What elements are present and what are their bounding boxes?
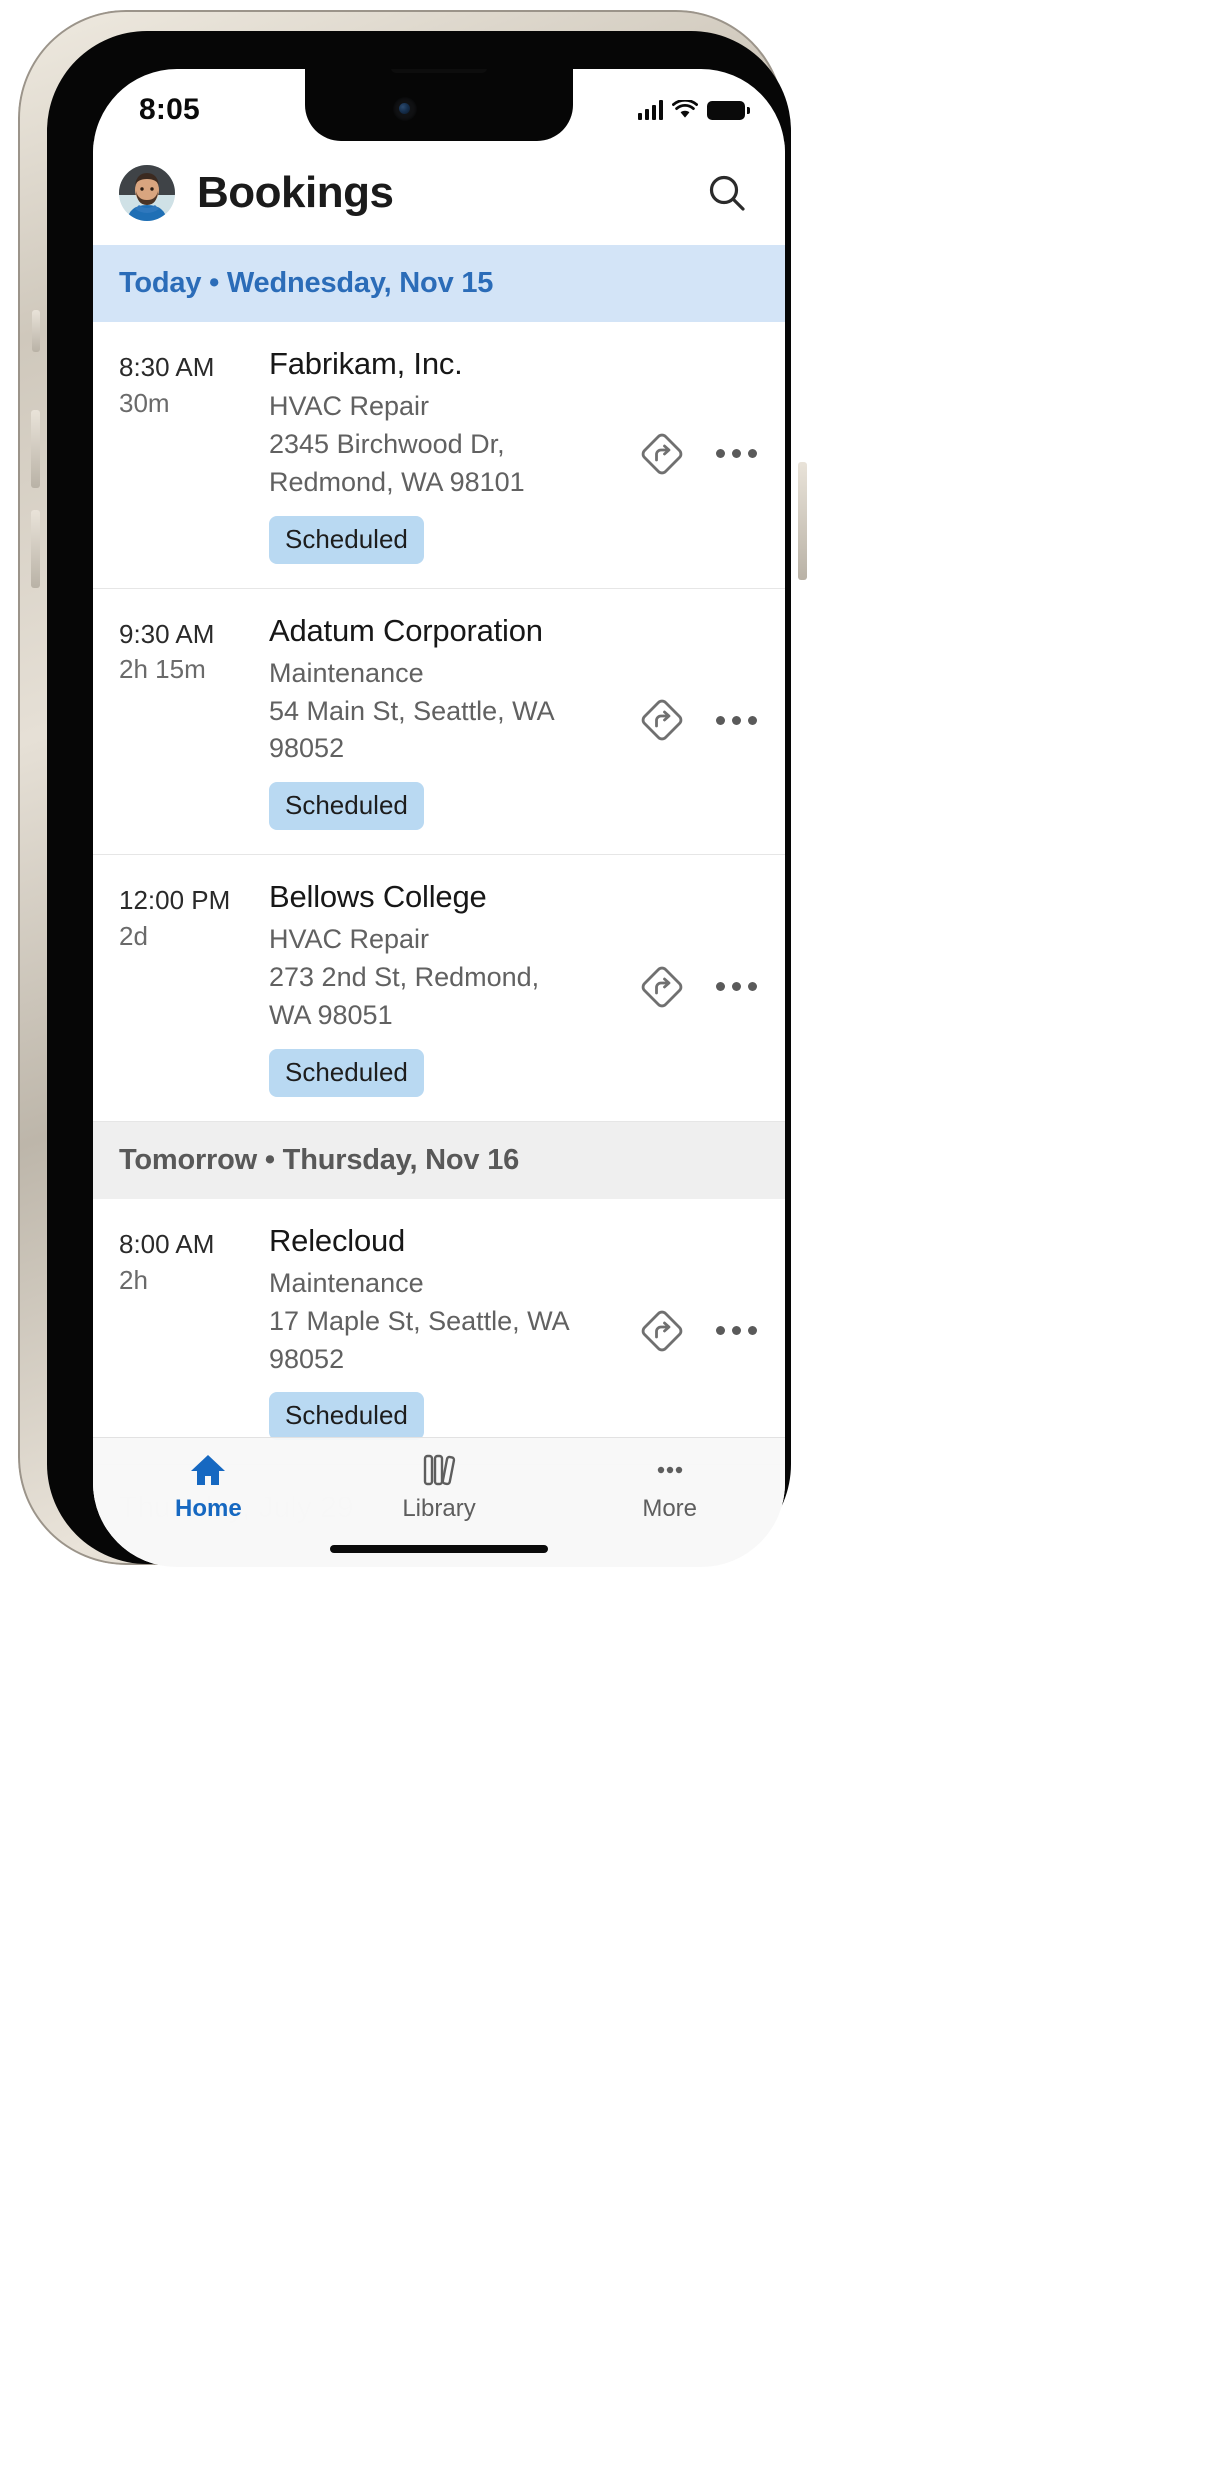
- booking-duration: 2h 15m: [119, 654, 206, 685]
- directions-icon: [641, 1310, 683, 1351]
- booking-customer: Fabrikam, Inc.: [269, 346, 463, 381]
- earpiece-speaker: [391, 69, 487, 73]
- booking-address-line1: 17 Maple St, Seattle, WA: [269, 1305, 570, 1336]
- tab-home-label: Home: [174, 1495, 242, 1522]
- directions-button[interactable]: [636, 1305, 688, 1357]
- booking-actions: [585, 961, 763, 1013]
- more-options-button[interactable]: [710, 706, 763, 735]
- directions-button[interactable]: [636, 961, 688, 1013]
- phone-bezel: 8:05 Bookings Today • Wednesday, Nov 15 …: [47, 31, 791, 1567]
- more-options-button[interactable]: [710, 1316, 763, 1345]
- booking-duration: 2d: [119, 921, 148, 952]
- booking-start-time: 8:30 AM: [119, 352, 215, 382]
- booking-start-time: 8:00 AM: [119, 1228, 215, 1259]
- booking-service: Maintenance: [269, 657, 424, 688]
- booking-start-time: 9:30 AM: [119, 618, 215, 649]
- tab-library-label: Library: [402, 1495, 476, 1522]
- tab-more[interactable]: More: [554, 1452, 785, 1523]
- wifi-icon: [672, 100, 698, 118]
- volume-down-button[interactable]: [31, 510, 40, 588]
- booking-customer: Bellows College: [269, 879, 487, 915]
- screenshot-canvas: 8:05 Bookings Today • Wednesday, Nov 15 …: [0, 0, 1222, 2475]
- booking-address-line2: 98052: [269, 1343, 345, 1374]
- status-badge: Scheduled: [269, 1392, 424, 1441]
- booking-details: Fabrikam, Inc. HVAC Repair 2345 Birchwoo…: [269, 344, 585, 564]
- booking-address-line1: 54 Main St, Seattle, WA: [269, 695, 555, 726]
- power-button[interactable]: [798, 462, 807, 580]
- booking-service: HVAC Repair: [269, 391, 430, 422]
- booking-customer: Relecloud: [269, 1222, 406, 1258]
- phone-frame: 8:05 Bookings Today • Wednesday, Nov 15 …: [18, 10, 807, 1567]
- booking-time-column: 12:00 PM 2d: [119, 877, 269, 955]
- status-bar-time: 8:05: [139, 93, 200, 126]
- tab-library[interactable]: Library: [324, 1452, 555, 1523]
- directions-icon: [641, 433, 683, 475]
- more-horizontal-icon: [716, 449, 725, 459]
- front-camera: [393, 97, 417, 121]
- more-horizontal-icon: [716, 1326, 725, 1336]
- status-badge: Scheduled: [269, 1048, 424, 1097]
- booking-details: Bellows College HVAC Repair 273 2nd St, …: [269, 877, 585, 1097]
- more-horizontal-icon: [657, 1466, 682, 1474]
- booking-address-line2: Redmond, WA 98101: [269, 466, 525, 497]
- booking-actions: [585, 694, 763, 746]
- silent-switch[interactable]: [32, 310, 40, 352]
- bookings-list[interactable]: Today • Wednesday, Nov 15 8:30 AM 30m Fa…: [93, 245, 785, 1567]
- booking-address-line1: 2345 Birchwood Dr,: [269, 429, 505, 460]
- section-header-tomorrow: Tomorrow • Thursday, Nov 16: [93, 1121, 785, 1199]
- phone-notch: [305, 69, 573, 141]
- booking-service: HVAC Repair: [269, 924, 430, 955]
- table-row[interactable]: 9:30 AM 2h 15m Adatum Corporation Mainte…: [93, 588, 785, 856]
- search-icon: [709, 175, 745, 211]
- booking-actions: [585, 428, 763, 480]
- booking-details: Adatum Corporation Maintenance 54 Main S…: [269, 611, 585, 831]
- status-badge: Scheduled: [269, 515, 424, 564]
- directions-button[interactable]: [636, 428, 688, 480]
- page-title: Bookings: [197, 168, 394, 217]
- table-row[interactable]: 8:00 AM 2h Relecloud Maintenance 17 Mapl…: [93, 1198, 785, 1466]
- library-icon: [423, 1454, 456, 1486]
- booking-duration: 2h: [119, 1264, 148, 1295]
- directions-button[interactable]: [636, 694, 688, 746]
- booking-time-column: 8:30 AM 30m: [119, 344, 269, 422]
- section-header-today: Today • Wednesday, Nov 15: [93, 245, 785, 322]
- booking-start-time: 12:00 PM: [119, 885, 231, 916]
- volume-up-button[interactable]: [31, 410, 40, 488]
- more-options-button[interactable]: [710, 972, 763, 1001]
- home-icon: [191, 1455, 226, 1485]
- booking-time-column: 8:00 AM 2h: [119, 1221, 269, 1299]
- booking-time-column: 9:30 AM 2h 15m: [119, 611, 269, 689]
- search-button[interactable]: [703, 169, 751, 217]
- booking-details: Relecloud Maintenance 17 Maple St, Seatt…: [269, 1221, 585, 1441]
- more-horizontal-icon: [716, 715, 725, 725]
- booking-address-line2: 98052: [269, 733, 345, 764]
- booking-actions: [585, 1305, 763, 1357]
- booking-address-line1: 273 2nd St, Redmond,: [269, 962, 540, 993]
- booking-customer: Adatum Corporation: [269, 612, 543, 648]
- home-indicator[interactable]: [330, 1545, 548, 1553]
- booking-address-line2: WA 98051: [269, 1000, 393, 1031]
- directions-icon: [641, 966, 683, 1008]
- more-options-button[interactable]: [710, 439, 763, 468]
- tab-more-label: More: [642, 1495, 698, 1522]
- directions-icon: [641, 700, 683, 741]
- status-bar-indicators: [637, 100, 750, 120]
- booking-duration: 30m: [119, 387, 170, 418]
- avatar[interactable]: [119, 165, 175, 221]
- table-row[interactable]: 8:30 AM 30m Fabrikam, Inc. HVAC Repair 2…: [93, 322, 785, 589]
- table-row[interactable]: 12:00 PM 2d Bellows College HVAC Repair …: [93, 855, 785, 1122]
- app-header: Bookings: [93, 141, 785, 245]
- phone-screen: 8:05 Bookings Today • Wednesday, Nov 15 …: [93, 69, 785, 1567]
- cellular-signal-icon: [637, 100, 663, 120]
- battery-full-icon: [707, 100, 750, 120]
- more-horizontal-icon: [716, 982, 725, 992]
- booking-service: Maintenance: [269, 1268, 424, 1299]
- status-badge: Scheduled: [269, 782, 424, 831]
- tab-home[interactable]: Home: [93, 1452, 324, 1523]
